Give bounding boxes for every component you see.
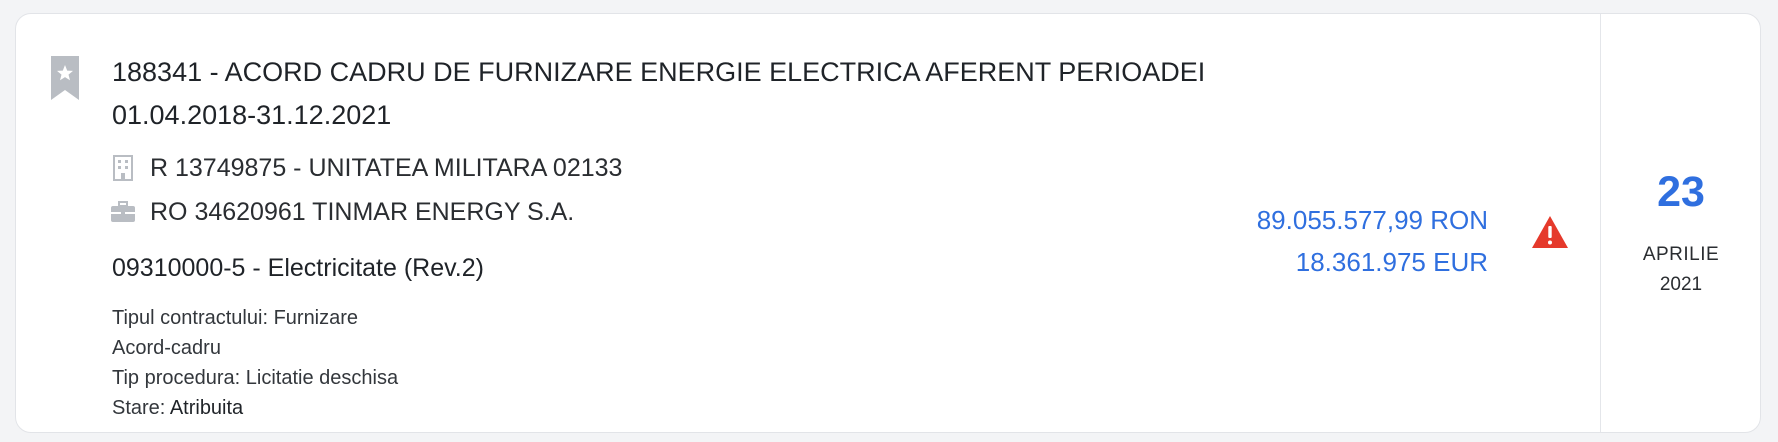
contract-type-label: Tipul contractului: (112, 307, 268, 329)
status-row: Stare: Atribuita (112, 393, 398, 423)
contract-card[interactable]: 188341 - ACORD CADRU DE FURNIZARE ENERGI… (15, 13, 1761, 433)
procedure-value: Licitatie deschisa (245, 367, 399, 389)
bookmark-star-icon[interactable] (50, 56, 80, 100)
building-icon (108, 153, 138, 183)
publication-date: 23 APRILIE 2021 (1601, 14, 1761, 432)
date-month: APRILIE (1642, 244, 1720, 265)
amount-ron: 89.055.577,99 RON (1256, 205, 1488, 235)
cpv-code: 09310000-5 - Electricitate (Rev.2) (112, 254, 484, 282)
warning-triangle-icon[interactable] (1531, 215, 1569, 249)
procedure-label: Tip procedura: (112, 367, 241, 389)
contract-type-row: Tipul contractului: Furnizare (112, 303, 398, 333)
contract-amounts: 89.055.577,99 RON 18.361.975 EUR (1257, 199, 1488, 283)
contract-details: Tipul contractului: Furnizare Acord-cadr… (112, 303, 398, 423)
date-year: 2021 (1659, 274, 1703, 295)
supplier: RO 34620961 TINMAR ENERGY S.A. (108, 197, 574, 227)
procedure-row: Tip procedura: Licitatie deschisa (112, 363, 398, 393)
framework-row: Acord-cadru (112, 337, 221, 359)
status-label: Stare: (112, 397, 166, 419)
amount-eur: 18.361.975 EUR (1295, 247, 1488, 277)
briefcase-icon (108, 197, 138, 227)
date-day: 23 (1657, 168, 1705, 216)
supplier-name: RO 34620961 TINMAR ENERGY S.A. (150, 197, 575, 226)
status-value: Atribuita (169, 397, 244, 419)
contracting-authority: R 13749875 - UNITATEA MILITARA 02133 (108, 153, 622, 183)
contract-type-value: Furnizare (273, 307, 359, 329)
contract-title[interactable]: 188341 - ACORD CADRU DE FURNIZARE ENERGI… (112, 51, 1212, 137)
authority-name: R 13749875 - UNITATEA MILITARA 02133 (150, 153, 623, 182)
